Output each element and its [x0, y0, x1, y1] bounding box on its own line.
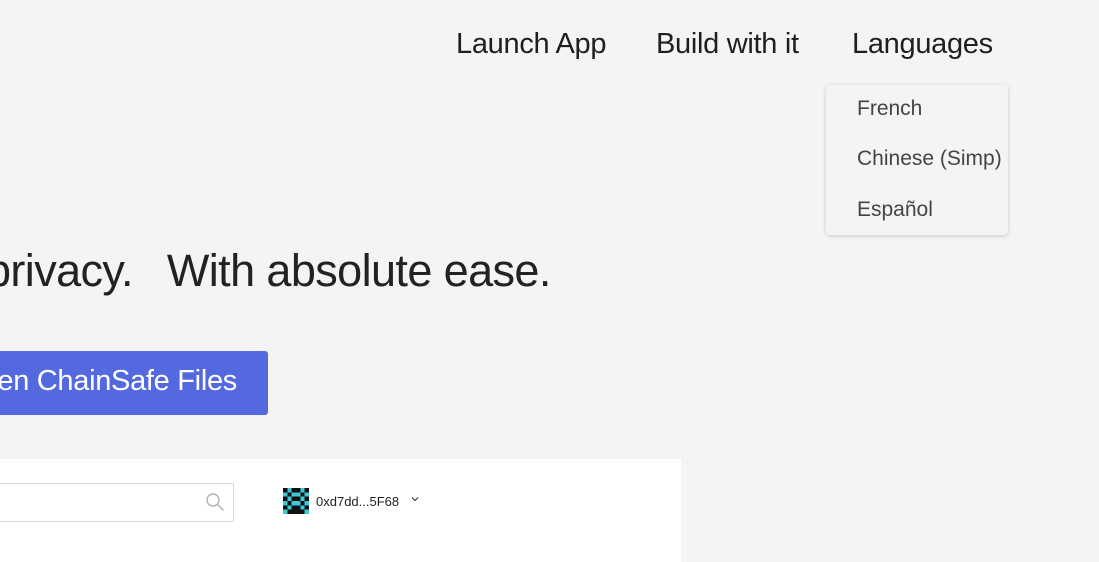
hero-headline-part1: privacy.: [0, 245, 134, 296]
app-preview-panel: 0xd7dd...5F68: [0, 459, 681, 562]
search-input[interactable]: [0, 483, 234, 522]
search-icon: [206, 493, 224, 511]
language-option-chinese-simplified[interactable]: Chinese (Simp): [857, 147, 1002, 171]
chevron-down-icon: [411, 497, 419, 502]
language-option-espanol[interactable]: Español: [857, 198, 933, 222]
landing-page: Launch App Build with it Languages Frenc…: [0, 0, 1099, 562]
cta-label: en ChainSafe Files: [0, 365, 237, 397]
nav-build-with-it-link[interactable]: Build with it: [656, 28, 799, 61]
language-option-french[interactable]: French: [857, 97, 922, 121]
nav-launch-app-link[interactable]: Launch App: [456, 28, 607, 61]
hero-headline-part2: With absolute ease.: [166, 245, 551, 296]
identicon-avatar-icon: [283, 488, 309, 514]
top-nav: Launch App Build with it Languages: [0, 28, 1099, 68]
languages-dropdown: French Chinese (Simp) Español: [826, 85, 1008, 235]
wallet-address: 0xd7dd...5F68: [316, 494, 400, 509]
open-chainsafe-files-button[interactable]: en ChainSafe Files: [0, 351, 268, 415]
hero-headline: privacy. With absolute ease.: [0, 245, 551, 297]
nav-languages-menu[interactable]: Languages: [852, 28, 993, 61]
